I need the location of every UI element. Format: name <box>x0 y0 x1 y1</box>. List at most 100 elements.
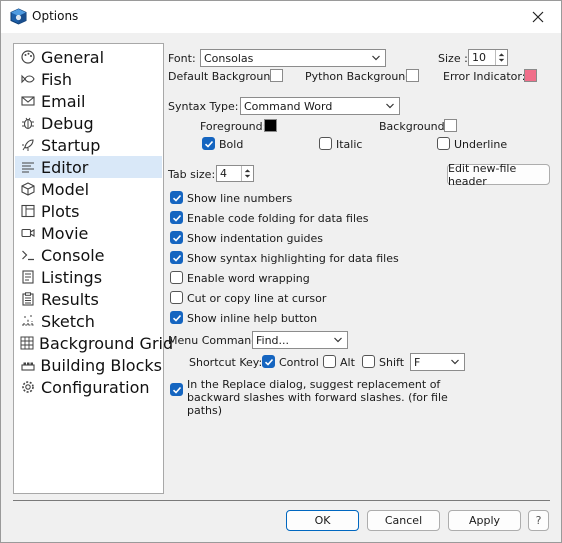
spin-arrows-icon[interactable] <box>241 166 253 181</box>
category-list[interactable]: General Fish Email Debug Startup Editor … <box>13 43 173 494</box>
bold-label: Bold <box>219 138 244 151</box>
sidebar-item-label: Sketch <box>41 311 95 331</box>
syntax-type-dropdown[interactable]: Command Word <box>240 97 400 115</box>
checkmark-icon <box>172 386 181 394</box>
shift-checkbox[interactable] <box>362 355 375 368</box>
checkmark-icon <box>172 254 181 262</box>
python-background-swatch[interactable] <box>406 69 419 82</box>
shift-label: Shift <box>379 356 405 369</box>
sidebar-item-label: Email <box>41 91 86 111</box>
sidebar-item-label: Movie <box>41 223 89 243</box>
shortcut-key-value: F <box>414 355 421 369</box>
clipboard-icon <box>20 291 36 307</box>
sidebar-item-fish[interactable]: Fish <box>15 68 162 90</box>
blocks-icon <box>20 357 35 373</box>
cut-copy-line-checkbox[interactable] <box>170 291 183 304</box>
control-checkbox[interactable] <box>262 355 275 368</box>
italic-checkbox[interactable] <box>319 137 332 150</box>
sidebar-item-label: Console <box>41 245 105 265</box>
size-label: Size : <box>438 52 468 65</box>
sketch-icon <box>20 313 36 329</box>
sidebar-item-startup[interactable]: Startup <box>15 134 162 156</box>
sidebar-item-model[interactable]: Model <box>15 178 162 200</box>
cancel-label: Cancel <box>384 514 423 527</box>
font-label: Font: <box>168 52 196 65</box>
sidebar-item-label: Background Grid <box>39 333 174 353</box>
syntax-highlighting-checkbox[interactable] <box>170 251 183 264</box>
gear-icon <box>20 379 36 395</box>
inline-help-label: Show inline help button <box>187 312 318 325</box>
sidebar-item-listings[interactable]: Listings <box>15 266 162 288</box>
sidebar-item-results[interactable]: Results <box>15 288 162 310</box>
title-bar: Options <box>1 1 561 33</box>
tab-size-label: Tab size: <box>168 168 216 181</box>
alt-checkbox[interactable] <box>323 355 336 368</box>
sidebar-item-editor[interactable]: Editor <box>15 156 162 178</box>
checkmark-icon <box>172 194 181 202</box>
syntax-type-value: Command Word <box>244 99 333 113</box>
palette-icon <box>20 49 36 65</box>
sidebar-item-label: Configuration <box>41 377 150 397</box>
chevron-down-icon <box>334 337 342 343</box>
size-value: 10 <box>472 51 486 64</box>
bug-icon <box>20 115 36 131</box>
code-folding-checkbox[interactable] <box>170 211 183 224</box>
edit-new-file-header-button[interactable]: Edit new-file header <box>447 161 550 188</box>
show-line-numbers-label: Show line numbers <box>187 192 293 205</box>
show-line-numbers-checkbox[interactable] <box>170 191 183 204</box>
bold-checkbox[interactable] <box>202 137 215 150</box>
sidebar-item-console[interactable]: Console <box>15 244 162 266</box>
sidebar-item-building-blocks[interactable]: Building Blocks <box>15 354 162 376</box>
ok-button[interactable]: OK <box>286 510 359 531</box>
sidebar-item-movie[interactable]: Movie <box>15 222 162 244</box>
sidebar-item-debug[interactable]: Debug <box>15 112 162 134</box>
tab-size-spinner[interactable]: 4 <box>216 165 254 182</box>
text-lines-icon <box>20 159 36 175</box>
chevron-down-icon <box>372 55 380 61</box>
foreground-swatch[interactable] <box>264 119 277 132</box>
sidebar-item-plots[interactable]: Plots <box>15 200 162 222</box>
menu-command-dropdown[interactable]: Find... <box>252 331 348 349</box>
sidebar-item-label: Fish <box>41 69 72 89</box>
sidebar-item-email[interactable]: Email <box>15 90 162 112</box>
cancel-button[interactable]: Cancel <box>367 510 440 531</box>
edit-new-file-header-label: Edit new-file header <box>448 161 517 188</box>
default-background-label: Default Background: <box>168 70 282 83</box>
error-indicator-swatch[interactable] <box>524 69 537 82</box>
spin-arrows-icon[interactable] <box>495 50 507 65</box>
alt-label: Alt <box>340 356 355 369</box>
syntax-type-label: Syntax Type: <box>168 100 239 113</box>
rocket-icon <box>20 137 36 153</box>
background-label: Background: <box>379 120 449 133</box>
shortcut-key-dropdown[interactable]: F <box>410 353 465 371</box>
word-wrapping-checkbox[interactable] <box>170 271 183 284</box>
sidebar-item-label: Results <box>41 289 99 309</box>
footer-divider <box>13 500 550 501</box>
sidebar-item-sketch[interactable]: Sketch <box>15 310 162 332</box>
sidebar-item-label: Plots <box>41 201 80 221</box>
inline-help-checkbox[interactable] <box>170 311 183 324</box>
sidebar-item-general[interactable]: General <box>15 46 162 68</box>
replace-slashes-checkbox[interactable] <box>170 383 183 396</box>
sidebar-item-configuration[interactable]: Configuration <box>15 376 162 398</box>
code-folding-label: Enable code folding for data files <box>187 212 369 225</box>
default-background-swatch[interactable] <box>270 69 283 82</box>
checkmark-icon <box>264 358 273 366</box>
underline-label: Underline <box>454 138 508 151</box>
background-swatch[interactable] <box>444 119 457 132</box>
sidebar-item-label: Listings <box>41 267 103 287</box>
chevron-down-icon <box>451 359 459 365</box>
underline-checkbox[interactable] <box>437 137 450 150</box>
font-dropdown[interactable]: Consolas <box>200 49 386 67</box>
close-button[interactable] <box>515 1 561 33</box>
python-background-label: Python Background: <box>305 70 416 83</box>
sidebar-item-label: Building Blocks <box>40 355 162 375</box>
sidebar-item-background-grid[interactable]: Background Grid <box>15 332 173 354</box>
window-title: Options <box>32 9 79 23</box>
apply-label: Apply <box>468 514 501 527</box>
list-icon <box>20 269 36 285</box>
size-spinner[interactable]: 10 <box>468 49 508 66</box>
apply-button[interactable]: Apply <box>448 510 521 531</box>
indentation-guides-checkbox[interactable] <box>170 231 183 244</box>
help-button[interactable]: ? <box>528 510 549 531</box>
